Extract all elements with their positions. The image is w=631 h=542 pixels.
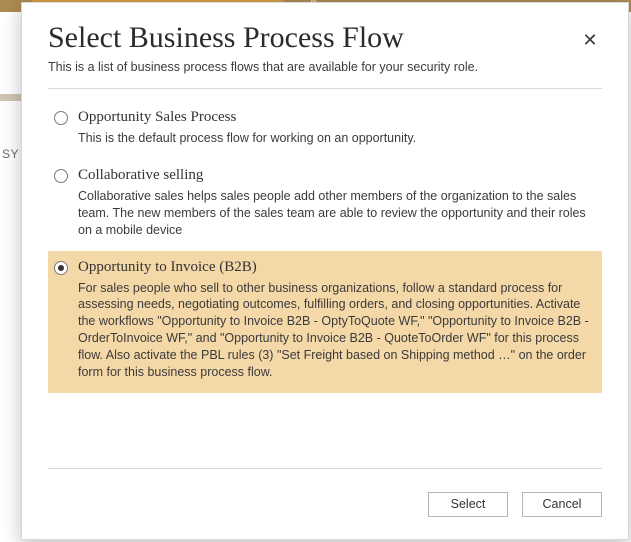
select-process-dialog: ✕ Select Business Process Flow This is a… bbox=[21, 2, 629, 540]
divider-bottom bbox=[48, 468, 602, 469]
background-left-strip bbox=[0, 12, 21, 542]
options-list: Opportunity Sales Process This is the de… bbox=[48, 101, 602, 393]
option-description: For sales people who sell to other busin… bbox=[78, 280, 594, 381]
divider-top bbox=[48, 88, 602, 89]
dialog-footer: Select Cancel bbox=[428, 492, 602, 517]
option-opportunity-sales-process[interactable]: Opportunity Sales Process This is the de… bbox=[48, 101, 602, 159]
dialog-title: Select Business Process Flow bbox=[48, 21, 572, 54]
option-description: This is the default process flow for wor… bbox=[78, 130, 594, 147]
option-title: Opportunity Sales Process bbox=[78, 109, 594, 126]
select-button[interactable]: Select bbox=[428, 492, 508, 517]
option-description: Collaborative sales helps sales people a… bbox=[78, 188, 594, 239]
option-collaborative-selling[interactable]: Collaborative selling Collaborative sale… bbox=[48, 159, 602, 251]
close-button[interactable]: ✕ bbox=[578, 29, 602, 53]
close-icon: ✕ bbox=[582, 30, 597, 50]
cancel-button[interactable]: Cancel bbox=[522, 492, 602, 517]
option-title: Collaborative selling bbox=[78, 167, 594, 184]
radio-icon bbox=[54, 111, 68, 125]
radio-icon bbox=[54, 169, 68, 183]
background-side-text: SY bbox=[2, 147, 19, 161]
option-title: Opportunity to Invoice (B2B) bbox=[78, 259, 594, 276]
radio-icon bbox=[54, 261, 68, 275]
dialog-subtitle: This is a list of business process flows… bbox=[48, 60, 602, 74]
option-opportunity-to-invoice[interactable]: Opportunity to Invoice (B2B) For sales p… bbox=[48, 251, 602, 393]
